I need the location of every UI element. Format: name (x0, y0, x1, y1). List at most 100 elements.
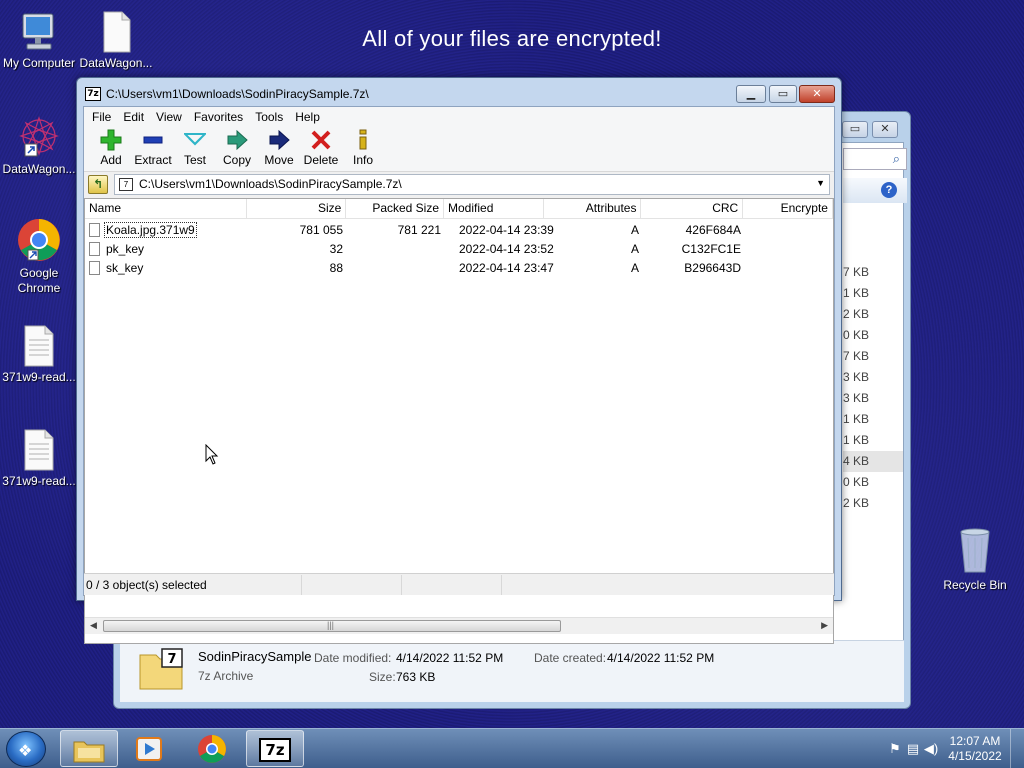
column-attributes[interactable]: Attributes (544, 199, 642, 218)
delete-button[interactable]: Delete (300, 126, 342, 171)
desktop-icon-readme-2[interactable]: 371w9-read... (0, 428, 78, 489)
desktop-icon-datawagon-file[interactable]: DataWagon... (77, 10, 155, 71)
taskbar-media-player[interactable] (120, 730, 178, 767)
chevron-down-icon[interactable]: ▼ (816, 178, 825, 188)
folder-up-icon[interactable]: ↰ (88, 174, 108, 194)
menu-favorites[interactable]: Favorites (188, 110, 249, 124)
desktop-icon-label: DataWagon... (2, 162, 76, 176)
text-file-icon (19, 428, 59, 472)
table-row[interactable]: pk_key 32 2022-04-14 23:52 A C132FC1E (85, 239, 833, 258)
table-row[interactable]: sk_key 88 2022-04-14 23:47 A B296643D (85, 258, 833, 277)
details-created-value: 4/14/2022 11:52 PM (607, 651, 715, 665)
network-icon[interactable]: ▤ (904, 741, 922, 757)
address-bar: ↰ 7 C:\Users\vm1\Downloads\SodinPiracySa… (84, 172, 834, 196)
column-size[interactable]: Size (247, 199, 347, 218)
horizontal-scrollbar[interactable]: ◀ ||| ▶ (85, 617, 833, 634)
column-modified[interactable]: Modified (444, 199, 544, 218)
7zip-icon: 7z (85, 87, 101, 101)
mouse-cursor-icon (205, 443, 219, 469)
file-attributes: A (630, 260, 639, 275)
desktop-icon-label: My Computer (2, 56, 76, 70)
size-cell: 1 KB (843, 412, 870, 426)
status-bar: 0 / 3 object(s) selected (84, 573, 834, 595)
close-button[interactable]: ✕ (799, 85, 835, 103)
taskbar-chrome[interactable] (183, 730, 241, 767)
desktop-icon-my-computer[interactable]: My Computer (0, 10, 78, 71)
sevenzip-window[interactable]: 7z C:\Users\vm1\Downloads\SodinPiracySam… (76, 77, 842, 644)
file-size: 88 (329, 260, 343, 275)
column-crc[interactable]: CRC (641, 199, 744, 218)
file-icon (89, 222, 100, 237)
file-attributes: A (630, 241, 639, 256)
desktop-icon-readme-1[interactable]: 371w9-read... (0, 324, 78, 385)
details-size-value: 763 KB (396, 670, 436, 684)
maximize-button[interactable]: ▭ (769, 85, 797, 103)
status-panel (502, 575, 602, 595)
size-cell: 1 KB (843, 433, 870, 447)
sevenzip-titlebar[interactable]: 7z C:\Users\vm1\Downloads\SodinPiracySam… (85, 86, 369, 102)
desktop-icon-recycle-bin[interactable]: Recycle Bin (936, 526, 1014, 593)
clock[interactable]: 12:07 AM 4/15/2022 (940, 734, 1010, 764)
computer-icon (17, 10, 61, 54)
column-encrypted[interactable]: Encrypte (743, 199, 833, 218)
menu-file[interactable]: File (86, 110, 117, 124)
move-icon (258, 128, 300, 152)
add-button[interactable]: Add (90, 126, 132, 171)
copy-button[interactable]: Copy (216, 126, 258, 171)
move-button[interactable]: Move (258, 126, 300, 171)
size-cell: 3 KB (843, 391, 870, 405)
volume-icon[interactable]: ◀) (922, 741, 940, 757)
explorer-close-button[interactable]: ✕ (872, 121, 898, 138)
window-title: C:\Users\vm1\Downloads\SodinPiracySample… (106, 87, 369, 101)
address-path: C:\Users\vm1\Downloads\SodinPiracySample… (139, 177, 402, 191)
menu-edit[interactable]: Edit (117, 110, 150, 124)
explorer-maximize-button[interactable]: ▭ (842, 121, 868, 138)
svg-text:7: 7 (167, 652, 176, 667)
chrome-icon (16, 216, 62, 264)
details-type: 7z Archive (198, 669, 254, 683)
taskbar-7zip[interactable]: 7z (246, 730, 304, 767)
toolbar: Add Extract Test Copy Move Delete Info (84, 126, 834, 172)
size-cell: 7 KB (843, 265, 870, 279)
info-icon (342, 128, 384, 152)
menu-view[interactable]: View (150, 110, 188, 124)
status-panel (302, 574, 402, 595)
taskbar-explorer[interactable] (60, 730, 118, 767)
explorer-details-pane: 7 SodinPiracySample 7z Archive Date modi… (120, 640, 904, 702)
details-modified-label: Date modified: (314, 651, 392, 665)
column-packed-size[interactable]: Packed Size (346, 199, 445, 218)
minimize-button[interactable]: ▁ (736, 85, 766, 103)
test-button[interactable]: Test (174, 126, 216, 171)
action-center-icon[interactable]: ⚑ (886, 741, 904, 757)
size-cell: 1 KB (843, 286, 870, 300)
desktop-icon-google-chrome[interactable]: Google Chrome (0, 216, 78, 296)
status-selection: 0 / 3 object(s) selected (84, 574, 302, 595)
scroll-left-icon[interactable]: ◀ (90, 620, 97, 631)
info-button[interactable]: Info (342, 126, 384, 171)
size-cell: 2 KB (843, 496, 870, 510)
menu-help[interactable]: Help (289, 110, 326, 124)
scroll-right-icon[interactable]: ▶ (821, 620, 828, 631)
explorer-search-box[interactable]: ⌕ (843, 148, 907, 170)
extract-button[interactable]: Extract (132, 126, 174, 171)
desktop-icon-datawagon-shortcut[interactable]: DataWagon... (0, 112, 78, 177)
windows-logo-icon: ❖ (18, 743, 33, 760)
taskbar: ❖ 7z ⚑ ▤ ◀) 12:07 AM 4/15/2022 (0, 728, 1024, 768)
address-field[interactable]: 7 C:\Users\vm1\Downloads\SodinPiracySamp… (114, 173, 830, 195)
file-attributes: A (630, 222, 639, 237)
column-name[interactable]: Name (85, 199, 247, 218)
system-tray: ⚑ ▤ ◀) 12:07 AM 4/15/2022 (886, 729, 1024, 768)
recycle-bin-icon (953, 526, 997, 576)
help-icon[interactable]: ? (881, 182, 897, 198)
sevenzip-body: File Edit View Favorites Tools Help Add … (83, 106, 835, 644)
start-button[interactable]: ❖ (6, 731, 46, 767)
menu-tools[interactable]: Tools (249, 110, 289, 124)
file-size: 32 (329, 241, 343, 256)
delete-icon (300, 128, 342, 152)
copy-icon (216, 128, 258, 152)
file-packed-size: 781 221 (397, 222, 441, 237)
show-desktop-button[interactable] (1010, 729, 1024, 768)
test-icon (174, 128, 216, 152)
file-crc: 426F684A (685, 222, 741, 237)
table-row[interactable]: Koala.jpg.371w9 781 055 781 221 2022-04-… (85, 220, 833, 239)
